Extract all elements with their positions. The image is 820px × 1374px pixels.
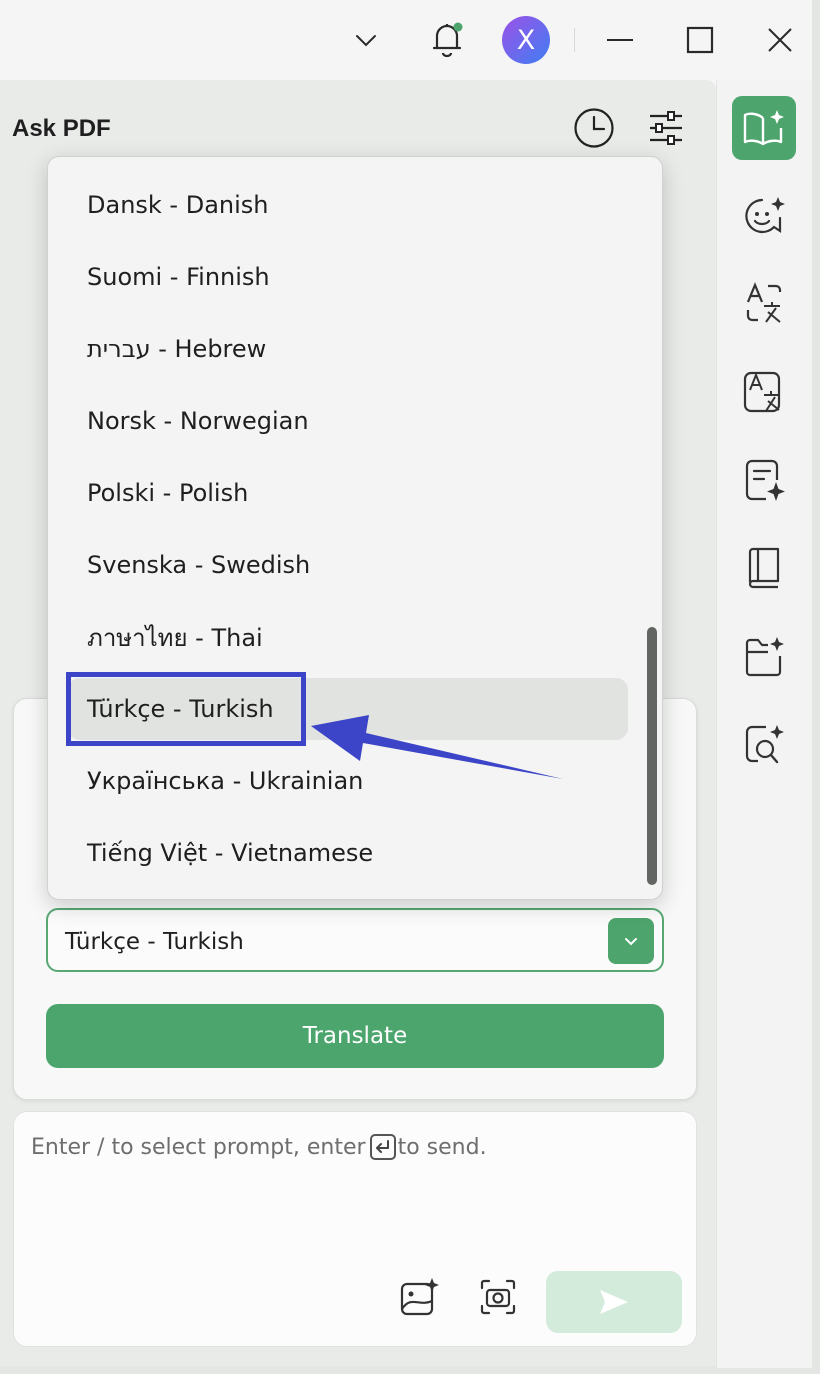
language-option-label: Svenska - Swedish: [87, 551, 311, 579]
placeholder-text-start: Enter / to select prompt, enter: [31, 1134, 366, 1160]
chevron-down-icon[interactable]: [608, 918, 654, 964]
window-edge: [812, 0, 820, 1374]
sidebar-translate-pdf-button[interactable]: [732, 360, 796, 424]
minimize-icon[interactable]: [596, 16, 644, 64]
language-option[interactable]: Українська - Ukrainian: [48, 750, 648, 812]
sidebar-library-button[interactable]: [732, 536, 796, 600]
language-option[interactable]: Polski - Polish: [48, 462, 648, 524]
document-sparkle-icon: [745, 459, 785, 501]
sidebar-summarize-button[interactable]: [732, 448, 796, 512]
language-option-label: Українська - Ukrainian: [87, 767, 364, 795]
folder-sparkle-icon: [745, 637, 784, 677]
window-edge-bottom: [0, 1366, 820, 1374]
language-option-label: עברית - Hebrew: [87, 335, 267, 363]
title-bar: X: [0, 0, 820, 80]
language-option[interactable]: Tiếng Việt - Vietnamese: [48, 822, 648, 884]
translate-icon: [746, 282, 782, 323]
sidebar-ask-pdf-button[interactable]: [732, 96, 796, 160]
language-option[interactable]: Norsk - Norwegian: [48, 390, 648, 452]
sidebar-translate-button[interactable]: [732, 272, 796, 336]
document-translate-icon: [743, 371, 781, 413]
history-clock-icon[interactable]: [572, 106, 616, 150]
sidebar-folder-button[interactable]: [732, 624, 796, 688]
screenshot-camera-icon[interactable]: [475, 1274, 521, 1320]
language-option[interactable]: Dansk - Danish: [48, 174, 648, 236]
chat-input-placeholder: Enter / to select prompt, enter to send.: [31, 1134, 487, 1160]
language-option-label: ภาษาไทย - Thai: [87, 623, 263, 652]
book-sparkle-icon: [743, 110, 784, 146]
target-language-value: Türkçe - Turkish: [65, 929, 244, 955]
send-button[interactable]: [546, 1271, 682, 1333]
titlebar-divider: [574, 28, 575, 52]
page-title: Ask PDF: [12, 115, 111, 142]
language-option[interactable]: Suomi - Finnish: [48, 246, 648, 308]
language-option[interactable]: עברית - Hebrew: [48, 318, 648, 380]
chevron-down-icon[interactable]: [342, 16, 390, 64]
sidebar-search-button[interactable]: [732, 712, 796, 776]
send-icon: [600, 1290, 628, 1314]
bell-icon[interactable]: [423, 16, 471, 64]
settings-sliders-icon[interactable]: [644, 106, 688, 150]
chat-smile-sparkle-icon: [745, 197, 785, 234]
language-option[interactable]: ภาษาไทย - Thai: [48, 606, 648, 668]
close-icon[interactable]: [756, 16, 804, 64]
language-option-label: Polski - Polish: [87, 479, 249, 507]
translate-button[interactable]: Translate: [46, 1004, 664, 1068]
sidebar-chat-button[interactable]: [732, 184, 796, 248]
search-sparkle-icon: [745, 725, 784, 764]
book-icon: [748, 547, 780, 589]
user-avatar[interactable]: X: [502, 16, 550, 64]
target-language-select[interactable]: Türkçe - Turkish: [46, 908, 664, 972]
language-option-label: Dansk - Danish: [87, 191, 269, 219]
enter-key-icon: [369, 1134, 396, 1160]
language-option-label: Tiếng Việt - Vietnamese: [87, 839, 374, 867]
dropdown-scrollbar[interactable]: [647, 627, 657, 885]
language-option-label: Norsk - Norwegian: [87, 407, 309, 435]
maximize-icon[interactable]: [676, 16, 724, 64]
language-option[interactable]: Svenska - Swedish: [48, 534, 648, 596]
language-dropdown-list: Dansk - Danish Suomi - Finnish עברית - H…: [47, 156, 663, 900]
language-option-label: Suomi - Finnish: [87, 263, 270, 291]
image-sparkle-icon[interactable]: [396, 1274, 442, 1320]
annotation-highlight-box: [66, 672, 306, 746]
placeholder-text-end: to send.: [397, 1134, 487, 1160]
